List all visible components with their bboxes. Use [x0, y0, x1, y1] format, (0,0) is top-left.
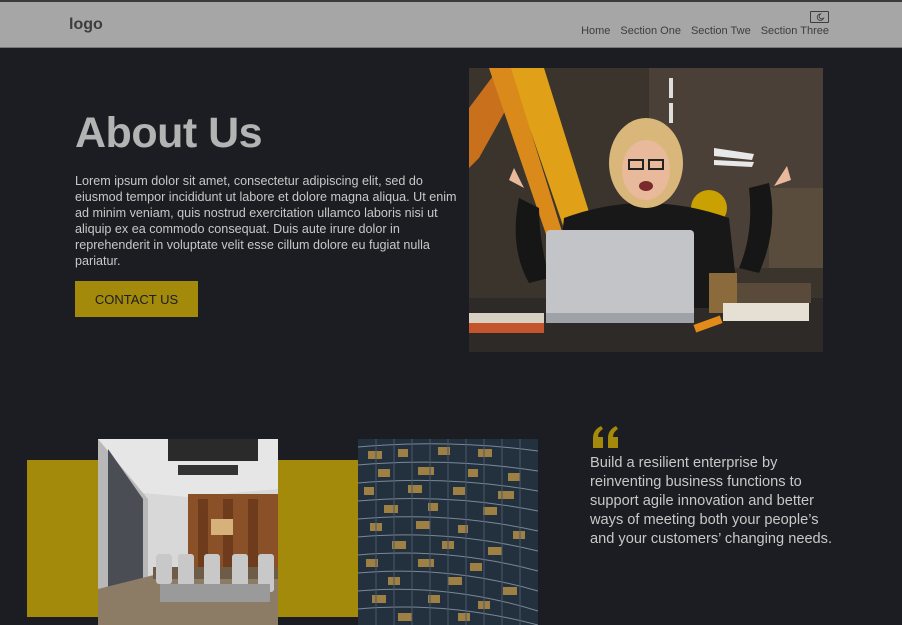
hero-image-woman-laptop — [469, 68, 823, 352]
about-description: Lorem ipsum dolor sit amet, consectetur … — [75, 174, 457, 268]
office-meeting-room-image — [98, 439, 278, 625]
quote-icon — [593, 426, 618, 448]
nav-link-section-two[interactable]: Section Twe — [691, 25, 751, 37]
page-title: About Us — [75, 109, 263, 157]
logo[interactable]: logo — [69, 16, 103, 34]
contact-us-button[interactable]: CONTACT US — [75, 281, 198, 317]
top-navbar: logo Home Section One Section Twe Sectio… — [0, 0, 902, 48]
glass-building-image — [358, 439, 538, 625]
main-nav: Home Section One Section Twe Section Thr… — [581, 25, 829, 37]
theme-toggle-button[interactable] — [810, 11, 829, 23]
quote-text: Build a resilient enterprise by reinvent… — [590, 455, 833, 547]
nav-link-home[interactable]: Home — [581, 25, 610, 37]
moon-icon — [816, 13, 825, 21]
nav-link-section-three[interactable]: Section Three — [761, 25, 829, 37]
nav-link-section-one[interactable]: Section One — [620, 25, 681, 37]
